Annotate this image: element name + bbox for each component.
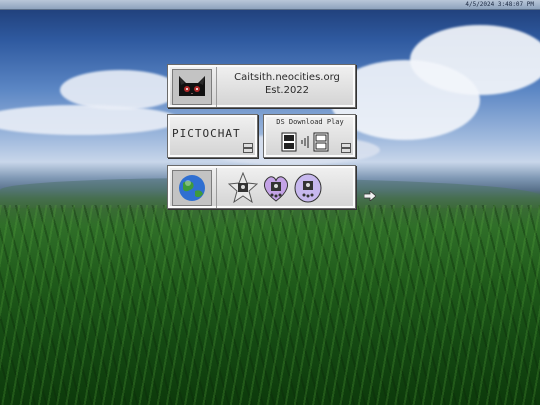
divider xyxy=(216,168,217,208)
star-tamagotchi-icon[interactable] xyxy=(228,172,258,204)
site-banner-text: Caitsith.neocities.org Est.2022 xyxy=(220,71,354,97)
round-tamagotchi-icon[interactable] xyxy=(292,172,324,204)
cloud xyxy=(0,105,180,135)
black-cat-icon xyxy=(172,69,212,105)
ds-card-icon xyxy=(341,143,351,153)
site-name: Caitsith.neocities.org xyxy=(234,72,340,83)
links-panel[interactable] xyxy=(167,165,356,209)
arrow-right-icon[interactable] xyxy=(364,191,376,201)
ds-wireless-icon xyxy=(281,132,329,152)
clock: 4/5/2024 3:48:07 PM xyxy=(465,1,534,8)
pictochat-label: PICTOCHAT xyxy=(172,127,241,140)
site-banner-button[interactable]: Caitsith.neocities.org Est.2022 xyxy=(167,64,356,108)
site-established: Est.2022 xyxy=(264,85,310,96)
heart-tamagotchi-icon[interactable] xyxy=(260,172,292,204)
cloud xyxy=(60,70,180,110)
status-bar: 4/5/2024 3:48:07 PM xyxy=(0,0,540,10)
ds-card-icon xyxy=(243,143,253,153)
ds-download-play-label: DS Download Play xyxy=(276,118,344,126)
globe-icon[interactable] xyxy=(172,170,212,206)
pictochat-button[interactable]: PICTOCHAT xyxy=(167,114,258,158)
divider xyxy=(216,67,217,107)
ds-download-play-button[interactable]: DS Download Play xyxy=(263,114,356,158)
grass-field xyxy=(0,205,540,405)
